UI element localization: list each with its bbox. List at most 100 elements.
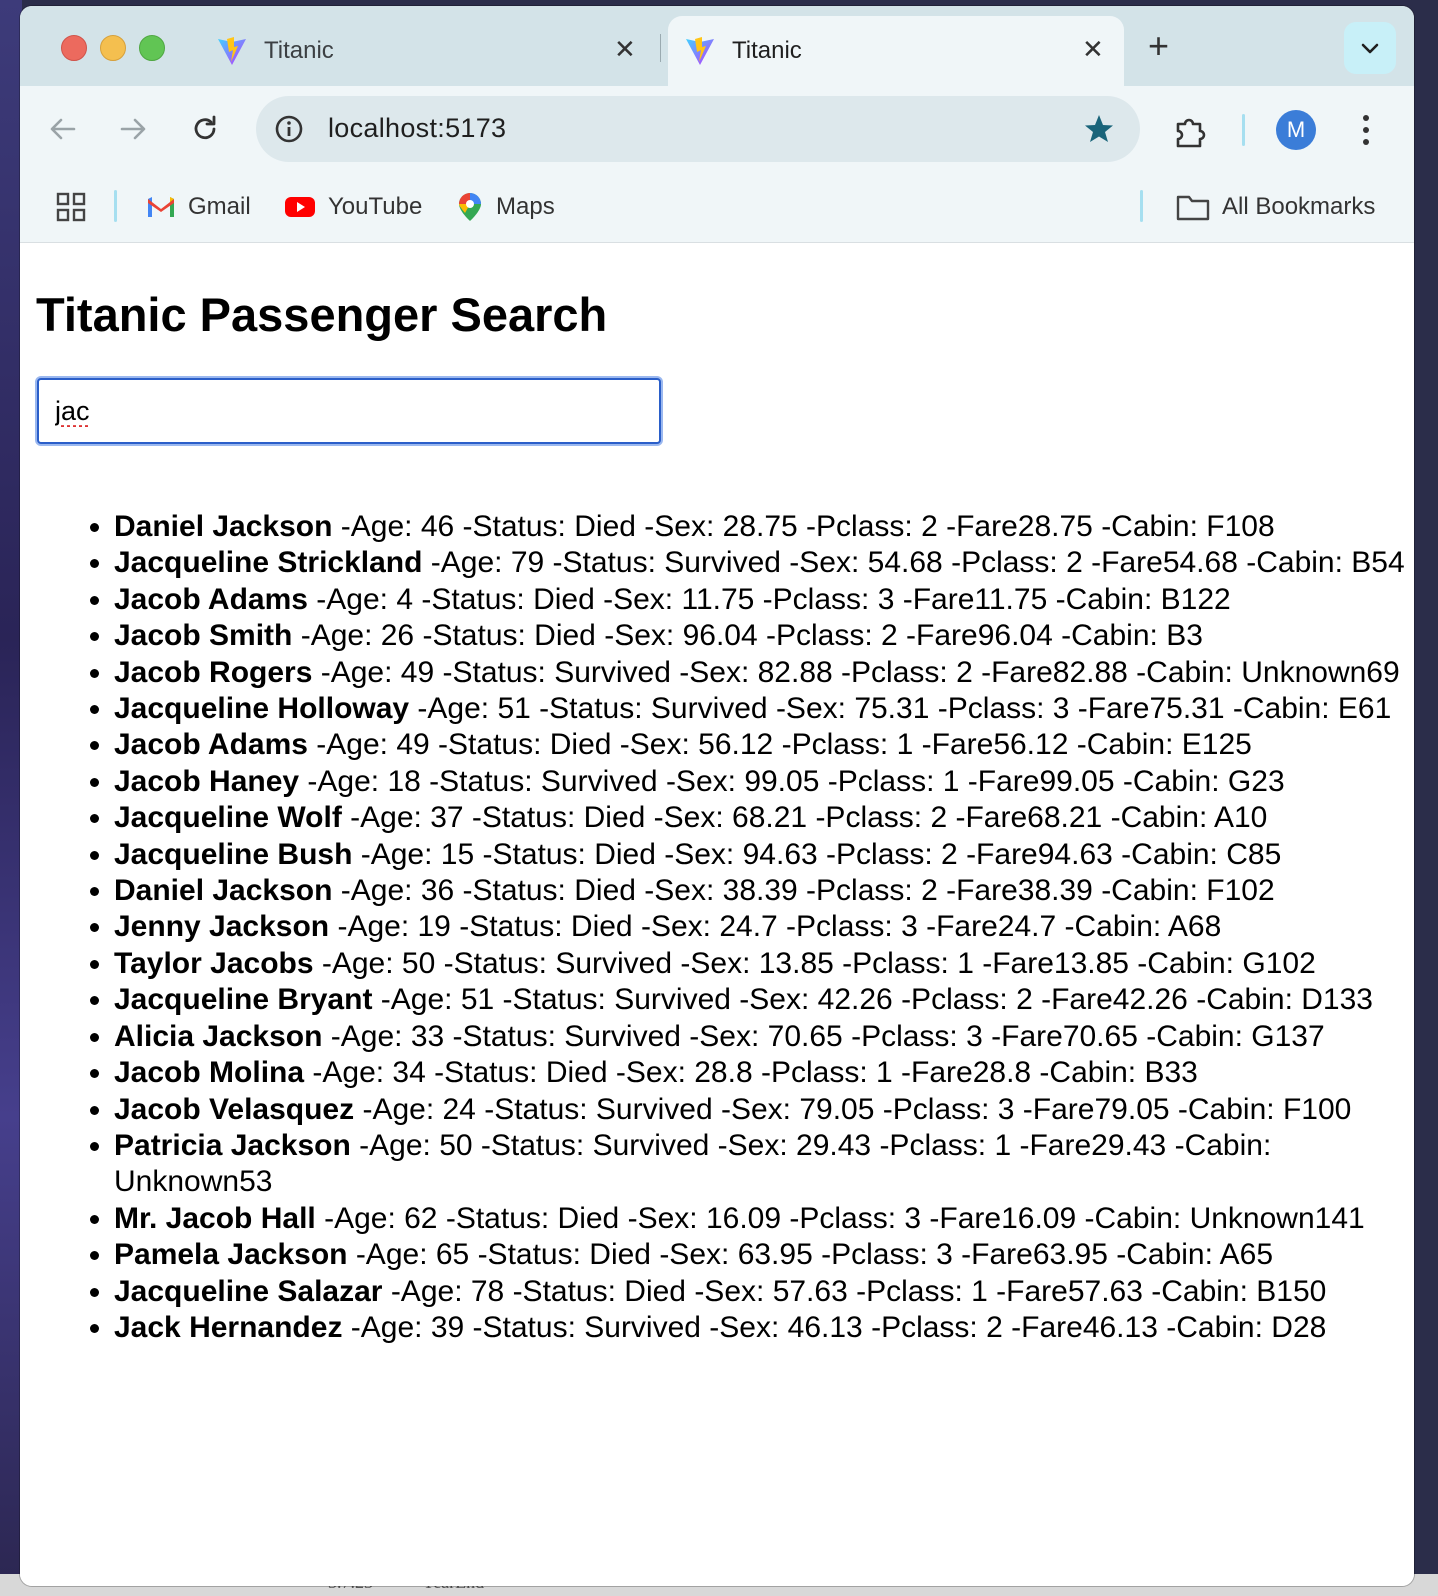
tab-title: Titanic (732, 37, 802, 64)
passenger-age: 4 (396, 582, 414, 616)
passenger-pclass: 1 (957, 946, 974, 980)
site-info-icon[interactable] (274, 114, 304, 144)
passenger-age: 50 (401, 946, 436, 980)
passenger-age: 79 (510, 546, 545, 580)
bookmarks-divider (114, 190, 117, 222)
search-input[interactable] (35, 376, 663, 446)
passenger-name: Jacob Smith (114, 619, 293, 653)
passenger-age: 62 (404, 1201, 438, 1235)
passenger-name: Alicia Jackson (114, 1019, 323, 1053)
minimize-window-button[interactable] (100, 35, 126, 61)
page-title: Titanic Passenger Search (36, 288, 608, 341)
passenger-pclass: 2 (1066, 546, 1083, 580)
passenger-name: Pamela Jackson (114, 1238, 348, 1272)
passenger-age: 18 (387, 764, 421, 798)
passenger-age: 36 (420, 874, 455, 908)
passenger-item: Jacqueline Strickland -Age: 79 -Status: … (114, 545, 1414, 581)
browser-toolbar: localhost:5173 M (20, 86, 1414, 172)
passenger-cabin: B33 (1144, 1056, 1198, 1090)
passenger-sex: 70.65 (767, 1019, 843, 1053)
passenger-fare: 28.8 (972, 1056, 1032, 1090)
passenger-status: Died (574, 874, 636, 908)
passenger-cabin: Unknown53 (114, 1165, 273, 1199)
passenger-cabin: A68 (1167, 910, 1222, 944)
passenger-status: Died (594, 837, 656, 871)
close-tab-icon[interactable]: ✕ (614, 34, 636, 65)
passenger-pclass: 2 (881, 619, 898, 653)
passenger-pclass: 2 (1016, 983, 1033, 1017)
forward-button[interactable] (112, 108, 154, 150)
passenger-pclass: 1 (971, 1274, 988, 1308)
passenger-cabin: G23 (1227, 764, 1285, 798)
passenger-sex: 57.63 (772, 1274, 848, 1308)
url-text[interactable]: localhost:5173 (328, 113, 506, 144)
close-tab-icon[interactable]: ✕ (1082, 34, 1104, 65)
passenger-age: 51 (460, 983, 495, 1017)
apps-grid-icon[interactable] (56, 192, 86, 222)
bookmark-label: YouTube (328, 193, 423, 220)
passenger-item: Jacob Haney -Age: 18 -Status: Survived -… (114, 764, 1414, 800)
passenger-name: Jacob Velasquez (114, 1092, 355, 1126)
passenger-fare: 94.63 (1037, 837, 1113, 871)
passenger-cabin: B122 (1160, 582, 1231, 616)
bookmark-maps[interactable]: Maps (456, 188, 555, 226)
zoom-window-button[interactable] (139, 35, 165, 61)
passenger-name: Daniel Jackson (114, 510, 333, 543)
all-bookmarks-button[interactable]: All Bookmarks (1176, 188, 1375, 226)
bookmark-gmail[interactable]: Gmail (146, 188, 251, 226)
browser-window: Titanic ✕ Titanic ✕ + localhost:5173 M G… (20, 6, 1414, 1586)
back-button[interactable] (42, 108, 84, 150)
passenger-name: Mr. Jacob Hall (114, 1201, 316, 1235)
new-tab-button[interactable]: + (1148, 28, 1169, 64)
passenger-status: Survived (564, 1019, 681, 1053)
passenger-pclass: 3 (966, 1019, 983, 1053)
passenger-cabin: G137 (1251, 1019, 1325, 1053)
passenger-status: Died (583, 801, 646, 835)
passenger-status: Died (557, 1201, 620, 1235)
passenger-cabin: E61 (1337, 692, 1392, 726)
extensions-puzzle-icon[interactable] (1172, 114, 1208, 150)
passenger-cabin: F102 (1206, 874, 1275, 908)
passenger-pclass: 1 (942, 764, 960, 798)
passenger-sex: 38.39 (722, 874, 798, 908)
gmail-icon (148, 197, 174, 217)
passenger-item: Taylor Jacobs -Age: 50 -Status: Survived… (114, 946, 1414, 982)
passenger-status: Died (589, 1238, 651, 1272)
passenger-pclass: 2 (986, 1310, 1003, 1344)
passenger-cabin: A10 (1213, 801, 1268, 835)
tab-active[interactable]: Titanic ✕ (668, 16, 1124, 86)
passenger-pclass: 2 (930, 801, 948, 835)
vite-logo-icon (686, 37, 714, 65)
passenger-status: Died (533, 582, 595, 616)
profile-avatar[interactable]: M (1276, 110, 1316, 150)
address-bar[interactable]: localhost:5173 (256, 96, 1140, 162)
bookmark-youtube[interactable]: YouTube (284, 188, 422, 226)
passenger-cabin: C85 (1226, 837, 1282, 871)
passenger-sex: 16.09 (705, 1201, 782, 1235)
youtube-icon (285, 197, 315, 217)
passenger-item: Jacob Adams -Age: 49 -Status: Died -Sex:… (114, 727, 1414, 763)
passenger-age: 33 (410, 1019, 445, 1053)
passenger-cabin: B150 (1256, 1274, 1327, 1308)
close-window-button[interactable] (61, 35, 87, 61)
passenger-age: 50 (439, 1128, 473, 1162)
passenger-pclass: 2 (956, 655, 973, 689)
desktop-background (0, 0, 22, 1596)
passenger-item: Jacob Rogers -Age: 49 -Status: Survived … (114, 655, 1414, 691)
passenger-item: Mr. Jacob Hall -Age: 62 -Status: Died -S… (114, 1201, 1414, 1237)
all-bookmarks-label: All Bookmarks (1222, 193, 1376, 220)
bookmark-star-icon[interactable] (1082, 112, 1116, 146)
passenger-fare: 56.12 (993, 728, 1069, 762)
passenger-item: Alicia Jackson -Age: 33 -Status: Survive… (114, 1019, 1414, 1055)
passenger-item: Daniel Jackson -Age: 46 -Status: Died -S… (114, 509, 1414, 545)
arrow-left-icon (50, 118, 76, 140)
passenger-cabin: D133 (1301, 983, 1373, 1017)
passenger-item: Pamela Jackson -Age: 65 -Status: Died -S… (114, 1237, 1414, 1273)
tab-search-button[interactable] (1344, 22, 1396, 74)
reload-button[interactable] (184, 108, 226, 150)
folder-icon (1176, 195, 1210, 221)
tab-inactive[interactable]: Titanic ✕ (216, 16, 656, 86)
more-vertical-icon[interactable] (1356, 110, 1376, 150)
passenger-fare: 99.05 (1039, 764, 1115, 798)
passenger-item: Jacob Adams -Age: 4 -Status: Died -Sex: … (114, 582, 1414, 618)
